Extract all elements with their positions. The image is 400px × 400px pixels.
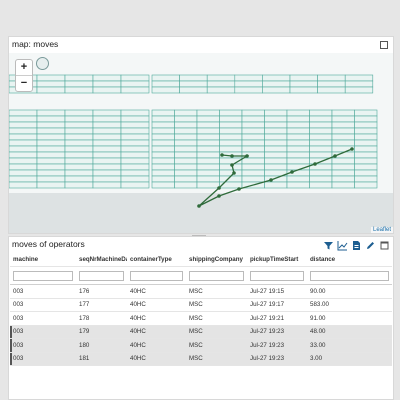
table-toolbar [323,238,390,251]
table-header-row: machine seqNrMachineDay containerType sh… [10,253,392,267]
cell-machine: 003 [10,325,76,339]
route-point[interactable] [237,187,241,191]
cell-pickuptime: Jul-27 19:15 [247,284,307,299]
cell-containertype: 40HC [127,352,186,366]
cell-shippingcompany: MSC [186,338,247,353]
map-marker[interactable] [36,57,49,70]
table-row-selected[interactable]: 003 181 40HC MSC Jul-27 19:23 3.00 [10,352,392,366]
column-header-distance[interactable]: distance [307,253,392,267]
table-row[interactable]: 003 178 40HC MSC Jul-27 19:21 91.00 [10,311,392,326]
filter-input-pickuptime[interactable] [250,270,304,281]
cell-shippingcompany: MSC [186,325,247,339]
column-header-containertype[interactable]: containerType [127,253,186,267]
cell-containertype: 40HC [127,298,186,312]
cell-seqnr: 179 [76,325,127,339]
table-panel: moves of operators machine seqNrMachineD… [8,236,394,400]
cell-distance: 3.00 [307,352,392,366]
cell-shippingcompany: MSC [186,352,247,366]
cell-pickuptime: Jul-27 19:21 [247,311,307,326]
filter-icon[interactable] [323,238,334,250]
column-header-machine[interactable]: machine [10,253,76,267]
route-point[interactable] [269,178,273,182]
route-point[interactable] [217,186,221,190]
route-point[interactable] [217,194,221,198]
column-header-shippingcompany[interactable]: shippingCompany [186,253,247,267]
table-row-selected[interactable]: 003 179 40HC MSC Jul-27 19:23 48.00 [10,325,392,339]
maximize-icon[interactable] [380,41,388,49]
route-point[interactable] [230,163,234,167]
filter-input-distance[interactable] [310,270,389,281]
cell-distance: 583.00 [307,298,392,312]
cell-seqnr: 178 [76,311,127,326]
cell-distance: 90.00 [307,284,392,299]
cell-seqnr: 177 [76,298,127,312]
cell-shippingcompany: MSC [186,284,247,299]
cell-machine: 003 [10,352,76,366]
map-canvas[interactable]: + − Leaflet [9,53,393,233]
edit-icon[interactable] [365,238,376,249]
zoom-in-button[interactable]: + [16,60,32,75]
route-point[interactable] [232,171,236,175]
route-point[interactable] [245,154,249,158]
cell-shippingcompany: MSC [186,298,247,312]
route-point[interactable] [313,162,317,166]
cell-machine: 003 [10,338,76,353]
cell-pickuptime: Jul-27 19:23 [247,338,307,353]
route-point[interactable] [230,154,234,158]
chart-icon[interactable] [337,238,348,251]
cell-distance: 33.00 [307,338,392,353]
column-header-pickuptime[interactable]: pickupTimeStart [247,253,307,267]
yard-block-north-east [151,74,374,94]
cell-pickuptime: Jul-27 19:23 [247,352,307,366]
map-panel-title: map: moves [12,39,59,49]
route-point[interactable] [197,204,201,208]
document-icon[interactable] [351,238,362,250]
cell-distance: 48.00 [307,325,392,339]
table-row[interactable]: 003 176 40HC MSC Jul-27 19:15 90.00 [10,284,392,299]
cell-seqnr: 181 [76,352,127,366]
cell-distance: 91.00 [307,311,392,326]
filter-input-machine[interactable] [13,270,73,281]
filter-input-seqnr[interactable] [79,270,124,281]
cell-machine: 003 [10,284,76,299]
yard-block-south-east [151,109,378,189]
route-point[interactable] [220,153,224,157]
route-point[interactable] [333,154,337,158]
yard-block-south-west [9,109,150,189]
cell-containertype: 40HC [127,325,186,339]
zoom-out-button[interactable]: − [16,75,32,91]
zoom-control: + − [15,59,33,92]
maximize-icon[interactable] [379,238,390,250]
table-row-selected[interactable]: 003 180 40HC MSC Jul-27 19:23 33.00 [10,338,392,353]
map-panel: map: moves + − Leaflet [8,36,394,234]
cell-machine: 003 [10,311,76,326]
route-point[interactable] [290,170,294,174]
column-header-seqnr[interactable]: seqNrMachineDay [76,253,127,267]
cell-machine: 003 [10,298,76,312]
route-point[interactable] [350,147,354,151]
map-layer[interactable] [9,53,393,233]
cell-containertype: 40HC [127,311,186,326]
filter-row [10,266,392,285]
cell-containertype: 40HC [127,284,186,299]
filter-input-shippingcompany[interactable] [189,270,244,281]
cell-shippingcompany: MSC [186,311,247,326]
cell-containertype: 40HC [127,338,186,353]
map-attribution-link[interactable]: Leaflet [370,227,393,233]
moves-table: machine seqNrMachineDay containerType sh… [10,253,392,366]
cell-pickuptime: Jul-27 19:23 [247,325,307,339]
cell-pickuptime: Jul-27 19:17 [247,298,307,312]
filter-input-containertype[interactable] [130,270,183,281]
cell-seqnr: 176 [76,284,127,299]
cell-seqnr: 180 [76,338,127,353]
table-row[interactable]: 003 177 40HC MSC Jul-27 19:17 583.00 [10,298,392,312]
